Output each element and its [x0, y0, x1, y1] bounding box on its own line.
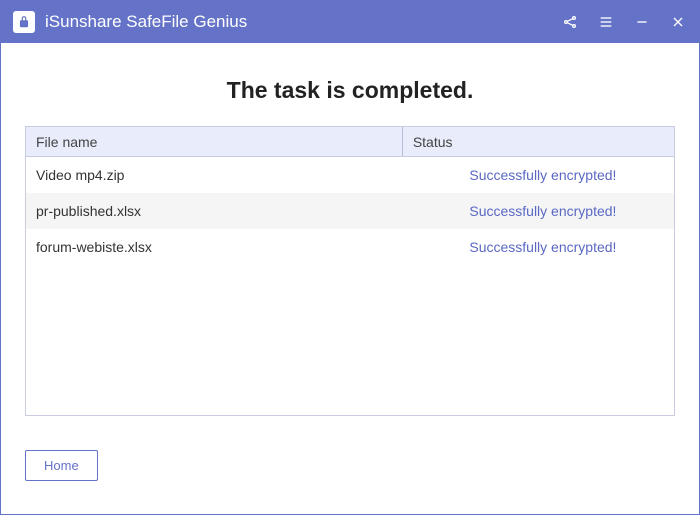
- file-name-cell: forum-webiste.xlsx: [26, 239, 402, 255]
- footer: Home: [1, 432, 699, 481]
- app-title: iSunshare SafeFile Genius: [45, 12, 561, 32]
- file-name-cell: pr-published.xlsx: [26, 203, 402, 219]
- table-row: Video mp4.zip Successfully encrypted!: [26, 157, 674, 193]
- table-row: forum-webiste.xlsx Successfully encrypte…: [26, 229, 674, 265]
- titlebar: iSunshare SafeFile Genius: [1, 1, 699, 43]
- home-button[interactable]: Home: [25, 450, 98, 481]
- page-title: The task is completed.: [25, 77, 675, 104]
- minimize-icon[interactable]: [633, 13, 651, 31]
- share-icon[interactable]: [561, 13, 579, 31]
- table-body: Video mp4.zip Successfully encrypted! pr…: [26, 157, 674, 265]
- results-table: File name Status Video mp4.zip Successfu…: [25, 126, 675, 416]
- window-controls: [561, 13, 687, 31]
- table-row: pr-published.xlsx Successfully encrypted…: [26, 193, 674, 229]
- status-cell: Successfully encrypted!: [402, 167, 674, 183]
- status-cell: Successfully encrypted!: [402, 203, 674, 219]
- close-icon[interactable]: [669, 13, 687, 31]
- table-header: File name Status: [26, 127, 674, 157]
- main-content: The task is completed. File name Status …: [1, 43, 699, 432]
- column-file-name: File name: [26, 134, 402, 150]
- menu-icon[interactable]: [597, 13, 615, 31]
- file-name-cell: Video mp4.zip: [26, 167, 402, 183]
- status-cell: Successfully encrypted!: [402, 239, 674, 255]
- app-lock-icon: [13, 11, 35, 33]
- column-status: Status: [402, 127, 674, 156]
